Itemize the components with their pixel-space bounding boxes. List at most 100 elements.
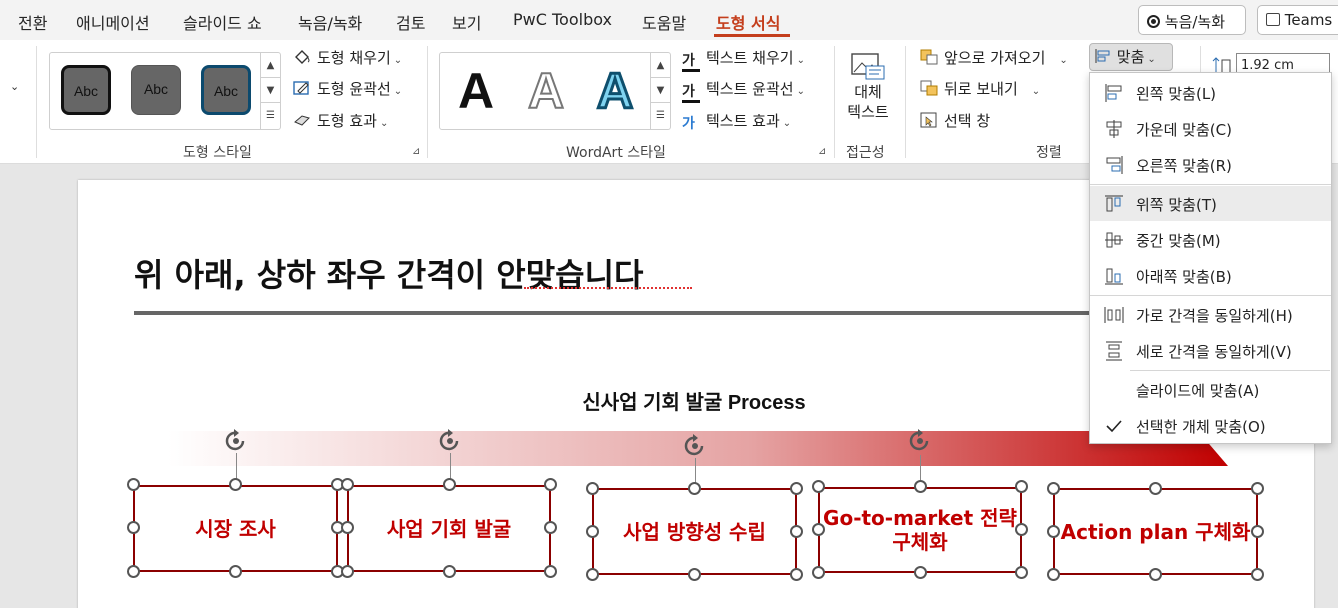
gallery-scroll-up-icon[interactable]: ▲ [261,53,280,78]
wordart-style-1[interactable]: A [458,59,494,123]
tab-recording[interactable]: 녹음/녹화 [298,10,362,34]
resize-handle[interactable] [341,478,354,491]
resize-handle[interactable] [1015,523,1028,536]
bring-forward-button[interactable]: 앞으로 가져오기 ⌄ [920,46,1068,70]
resize-handle[interactable] [127,565,140,578]
resize-handle[interactable] [229,478,242,491]
process-step-3[interactable]: 사업 방향성 수립 [592,488,797,575]
tab-transitions[interactable]: 전환 [18,10,47,34]
chevron-down-icon[interactable]: ⌄ [10,80,19,93]
rotate-handle-icon[interactable] [223,428,249,454]
shape-outline-button[interactable]: 도형 윤곽선 ⌄ [293,77,402,101]
resize-handle[interactable] [544,478,557,491]
menu-item-align-right[interactable]: 오른쪽 맞춤(R) [1090,147,1331,182]
gallery-expand-icon[interactable]: ☰ [261,103,280,128]
resize-handle[interactable] [914,480,927,493]
gallery-scroll-up-icon[interactable]: ▲ [651,53,670,78]
dialog-launcher-icon[interactable]: ⊿ [818,146,826,157]
tab-view[interactable]: 보기 [452,10,481,34]
rotate-handle-icon[interactable] [437,428,463,454]
menu-item-align-top[interactable]: 위쪽 맞춤(T) [1090,186,1331,221]
shape-style-swatch-3[interactable]: Abc [201,65,251,115]
menu-item-align-bottom[interactable]: 아래쪽 맞춤(B) [1090,258,1331,293]
resize-handle[interactable] [586,482,599,495]
resize-handle[interactable] [443,478,456,491]
slide-title[interactable]: 위 아래, 상하 좌우 간격이 안맞습니다 [134,250,643,296]
resize-handle[interactable] [812,566,825,579]
gallery-expand-icon[interactable]: ☰ [651,103,670,128]
tab-pwc-toolbox[interactable]: PwC Toolbox [513,10,612,29]
rotate-handle-icon[interactable] [907,428,933,454]
resize-handle[interactable] [1015,480,1028,493]
tab-animations[interactable]: 애니메이션 [76,10,150,34]
resize-handle[interactable] [127,521,140,534]
resize-handle[interactable] [1251,568,1264,581]
process-title[interactable]: 신사업 기회 발굴 Process [494,386,894,415]
selection-pane-button[interactable]: 선택 창 [920,109,990,133]
teams-button[interactable]: Teams [1257,5,1338,35]
resize-handle[interactable] [1047,525,1060,538]
record-button[interactable]: 녹음/녹화 [1138,5,1246,35]
resize-handle[interactable] [1047,482,1060,495]
resize-handle[interactable] [1149,482,1162,495]
dialog-launcher-icon[interactable]: ⊿ [412,146,420,157]
menu-item-align-left[interactable]: 왼쪽 맞춤(L) [1090,75,1331,110]
rotate-handle-icon[interactable] [682,433,708,459]
align-button[interactable]: 맞춤 ⌄ [1089,43,1173,71]
send-backward-button[interactable]: 뒤로 보내기 ⌄ [920,77,1040,101]
shape-fill-button[interactable]: 도형 채우기 ⌄ [293,46,402,70]
process-step-4[interactable]: Go-to-market 전략 구체화 [818,487,1022,573]
wordart-style-3[interactable]: A [595,59,634,123]
menu-item-align-to-slide[interactable]: 슬라이드에 맞춤(A) [1090,372,1331,407]
ribbon-separator [834,46,835,158]
resize-handle[interactable] [688,482,701,495]
text-outline-button[interactable]: 가 텍스트 윤곽선 ⌄ [682,77,805,103]
resize-handle[interactable] [544,521,557,534]
resize-handle[interactable] [443,565,456,578]
process-step-5[interactable]: Action plan 구체화 [1053,488,1258,575]
resize-handle[interactable] [586,525,599,538]
tab-review[interactable]: 검토 [396,10,425,34]
process-step-2[interactable]: 사업 기회 발굴 [347,485,551,572]
resize-handle[interactable] [229,565,242,578]
tab-slideshow[interactable]: 슬라이드 쇼 [183,10,262,34]
resize-handle[interactable] [914,566,927,579]
resize-handle[interactable] [544,565,557,578]
process-step-1[interactable]: 시장 조사 [133,485,338,572]
resize-handle[interactable] [586,568,599,581]
wordart-style-2[interactable]: A [527,59,565,123]
resize-handle[interactable] [341,565,354,578]
text-effects-label: 텍스트 효과 [706,112,780,130]
wordart-gallery[interactable]: A A A ▲ ▼ ☰ [439,52,671,130]
resize-handle[interactable] [812,523,825,536]
shape-style-gallery[interactable]: Abc Abc Abc ▲ ▼ ☰ [49,52,281,130]
resize-handle[interactable] [790,525,803,538]
resize-handle[interactable] [341,521,354,534]
resize-handle[interactable] [1251,525,1264,538]
shape-style-swatch-2[interactable]: Abc [131,65,181,115]
tab-help[interactable]: 도움말 [642,10,686,34]
resize-handle[interactable] [790,568,803,581]
menu-item-align-selected-objects[interactable]: 선택한 개체 맞춤(O) [1090,408,1331,443]
text-fill-button[interactable]: 가 텍스트 채우기 ⌄ [682,46,805,72]
resize-handle[interactable] [1251,482,1264,495]
resize-handle[interactable] [1047,568,1060,581]
gallery-scroll-down-icon[interactable]: ▼ [261,78,280,103]
resize-handle[interactable] [1015,566,1028,579]
resize-handle[interactable] [812,480,825,493]
resize-handle[interactable] [1149,568,1162,581]
text-effects-button[interactable]: 가 텍스트 효과 ⌄ [682,109,791,133]
process-step-label: 사업 방향성 수립 [623,519,766,544]
menu-item-distribute-horizontally[interactable]: 가로 간격을 동일하게(H) [1090,297,1331,332]
shape-style-swatch-1[interactable]: Abc [61,65,111,115]
gallery-scroll-down-icon[interactable]: ▼ [651,78,670,103]
menu-item-align-middle[interactable]: 중간 맞춤(M) [1090,222,1331,257]
alt-text-button[interactable]: 대체 텍스트 [842,50,894,130]
resize-handle[interactable] [127,478,140,491]
resize-handle[interactable] [688,568,701,581]
shape-effects-button[interactable]: 도형 효과 ⌄ [293,109,388,133]
resize-handle[interactable] [790,482,803,495]
tab-shape-format[interactable]: 도형 서식 [716,10,780,34]
menu-item-align-center[interactable]: 가운데 맞춤(C) [1090,111,1331,146]
menu-item-distribute-vertically[interactable]: 세로 간격을 동일하게(V) [1090,333,1331,368]
